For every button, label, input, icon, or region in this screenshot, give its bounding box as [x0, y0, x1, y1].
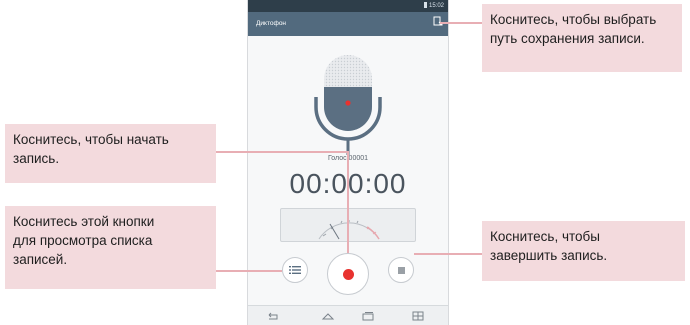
home-icon[interactable]: [321, 310, 335, 322]
record-button[interactable]: [327, 253, 369, 295]
status-bar: 15:02: [248, 0, 448, 12]
status-time: 15:02: [428, 3, 444, 9]
callout-list-text: Коснитесь этой кнопки для просмотра спис…: [13, 214, 155, 267]
callout-stop-text: Коснитесь, чтобы завершить запись.: [490, 229, 608, 263]
record-icon: [342, 268, 354, 280]
start-leader-h: [216, 151, 349, 153]
save-path-icon[interactable]: [432, 15, 444, 27]
callout-save-path: Коснитесь, чтобы выбрать путь сохранения…: [482, 4, 682, 72]
callout-recordings-list: Коснитесь этой кнопки для просмотра спис…: [5, 206, 216, 289]
navigation-bar: [248, 305, 448, 325]
dual-window-icon[interactable]: [411, 310, 425, 322]
stop-icon: [397, 266, 405, 274]
battery-icon: [423, 2, 427, 8]
microphone-icon: [314, 55, 382, 155]
callout-start-recording: Коснитесь, чтобы начать запись.: [5, 124, 216, 183]
recordings-list-button[interactable]: [282, 257, 308, 283]
save-path-leader: [440, 22, 482, 24]
action-bar: Диктофон: [248, 12, 448, 36]
start-leader-v: [347, 151, 349, 231]
list-leader: [216, 270, 282, 272]
back-icon[interactable]: [266, 310, 280, 322]
recording-indicator: [345, 100, 351, 106]
stop-leader: [414, 253, 482, 255]
stop-button[interactable]: [388, 257, 414, 283]
list-icon: [289, 266, 301, 274]
callout-stop-recording: Коснитесь, чтобы завершить запись.: [482, 221, 685, 281]
app-title: Диктофон: [256, 20, 287, 27]
recent-apps-icon[interactable]: [361, 310, 375, 322]
callout-start-text: Коснитесь, чтобы начать запись.: [13, 132, 169, 166]
callout-save-path-text: Коснитесь, чтобы выбрать путь сохранения…: [490, 12, 657, 46]
